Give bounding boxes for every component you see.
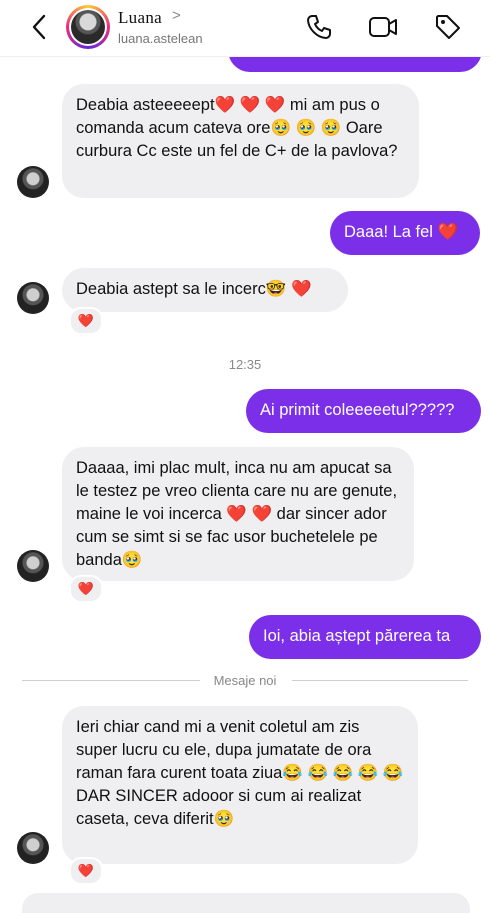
heart-reaction[interactable]: ❤️ bbox=[69, 575, 103, 603]
chevron-right-icon[interactable]: > bbox=[172, 7, 181, 24]
message-bubble-incoming[interactable]: Deabia astept sa le incerc🤓 ❤️ bbox=[62, 268, 348, 312]
avatar[interactable] bbox=[66, 5, 110, 49]
sender-avatar[interactable] bbox=[17, 550, 49, 582]
message-bubble-outgoing[interactable]: Ai primit coleeeeetul????? bbox=[246, 389, 481, 433]
message-bubble-partial bbox=[22, 893, 470, 913]
contact-username: luana.astelean bbox=[118, 31, 203, 46]
call-icon[interactable] bbox=[304, 12, 334, 42]
message-bubble-outgoing[interactable]: Daaa! La fel ❤️ bbox=[330, 211, 480, 255]
tag-icon[interactable] bbox=[433, 12, 463, 42]
heart-reaction[interactable]: ❤️ bbox=[69, 307, 103, 335]
contact-name[interactable]: Luana bbox=[118, 8, 162, 28]
video-icon[interactable] bbox=[367, 12, 399, 42]
message-bubble-outgoing[interactable]: Ioi, abia aștept părerea ta bbox=[249, 615, 481, 659]
chat-header: Luana > luana.astelean bbox=[0, 0, 490, 57]
message-bubble-incoming[interactable]: Deabia asteeeeept❤️ ❤️ ❤️ mi am pus o co… bbox=[62, 84, 419, 198]
avatar-photo bbox=[71, 10, 105, 44]
new-messages-divider: Mesaje noi bbox=[213, 673, 277, 688]
heart-reaction[interactable]: ❤️ bbox=[69, 857, 103, 885]
message-bubble-incoming[interactable]: Daaaa, imi plac mult, inca nu am apucat … bbox=[62, 447, 414, 581]
sender-avatar[interactable] bbox=[17, 166, 49, 198]
message-bubble-incoming[interactable]: Ieri chiar cand mi a venit coletul am zi… bbox=[62, 706, 418, 864]
back-icon[interactable] bbox=[28, 12, 50, 42]
timestamp: 12:35 bbox=[228, 357, 262, 372]
sender-avatar[interactable] bbox=[17, 282, 49, 314]
sender-avatar[interactable] bbox=[17, 832, 49, 864]
